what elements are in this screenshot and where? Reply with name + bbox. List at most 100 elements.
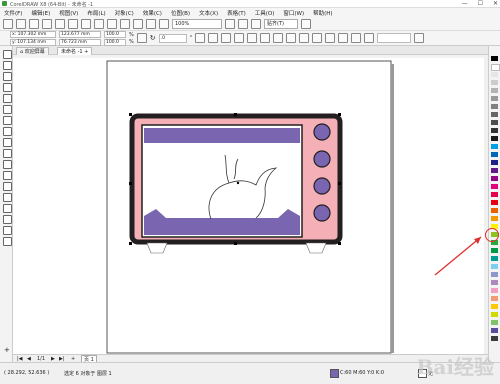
y-position-field[interactable]: y: 107.134 mm [10,38,56,46]
menu-effects[interactable]: 效果(C) [143,9,162,17]
back-minus-front-icon[interactable] [338,33,349,43]
text-tool-icon[interactable] [3,149,12,158]
polygon-tool-icon[interactable] [3,138,12,147]
artistic-media-tool-icon[interactable] [3,105,12,114]
minimize-button[interactable]: — [462,0,468,7]
snap-to-dropdown[interactable]: 贴齐(T) [264,19,298,29]
maximize-button[interactable]: ☐ [478,0,483,7]
full-screen-icon[interactable] [225,19,235,29]
width-field[interactable]: 123.677 mm [59,30,101,38]
fill-swatch[interactable] [330,369,339,378]
color-swatch[interactable] [491,184,498,189]
create-boundary-icon[interactable] [351,33,362,43]
knob-1[interactable] [313,123,331,141]
export-icon[interactable] [146,19,156,29]
color-swatch[interactable] [491,296,498,301]
color-swatch[interactable] [491,336,498,341]
color-swatch[interactable] [491,144,498,149]
rotation-angle-field[interactable]: .0 [158,33,187,43]
color-swatch[interactable] [491,96,498,101]
open-icon[interactable] [16,19,26,29]
grid-icon[interactable] [251,19,261,29]
ellipse-tool-icon[interactable] [3,127,12,136]
x-position-field[interactable]: x: 107.302 mm [10,30,56,38]
lock-ratio-icon[interactable] [136,33,147,43]
color-swatch[interactable] [491,128,498,133]
color-swatch[interactable] [491,56,498,61]
add-tool-icon[interactable]: + [4,346,10,354]
color-swatch[interactable] [491,200,498,205]
knob-4[interactable] [313,204,331,222]
mirror-horizontal-icon[interactable] [195,33,206,43]
redo-icon[interactable] [107,19,117,29]
publish-pdf-icon[interactable] [159,19,169,29]
menu-help[interactable]: 帮助(H) [313,9,332,17]
menu-view[interactable]: 视图(V) [59,9,78,17]
knob-2[interactable] [313,150,331,168]
height-field[interactable]: 76.723 mm [59,38,101,46]
parallel-dimension-tool-icon[interactable] [3,160,12,169]
color-swatch[interactable] [491,288,498,293]
oven-top-strip[interactable] [144,128,300,143]
drop-shadow-tool-icon[interactable] [3,182,12,191]
zoom-tool-icon[interactable] [3,83,12,92]
outline-pen-tool-icon[interactable] [3,237,12,246]
save-icon[interactable] [29,19,39,29]
color-swatch[interactable] [491,320,498,325]
group-icon[interactable] [234,33,245,43]
outline-width-icon[interactable] [364,33,375,43]
paste-icon[interactable] [81,19,91,29]
undo-icon[interactable] [94,19,104,29]
color-swatch[interactable] [491,88,498,93]
menu-file[interactable]: 文件(F) [4,9,22,17]
crop-tool-icon[interactable] [3,72,12,81]
color-swatch[interactable] [491,80,498,85]
menu-layout[interactable]: 布局(L) [87,9,105,17]
color-swatch[interactable] [491,152,498,157]
smart-fill-tool-icon[interactable] [3,226,12,235]
menu-edit[interactable]: 编辑(E) [31,9,50,17]
color-swatch[interactable] [491,176,498,181]
color-swatch[interactable] [491,120,498,125]
freehand-tool-icon[interactable] [3,94,12,103]
scale-x-field[interactable]: 100.0 [104,30,126,38]
rulers-icon[interactable] [238,19,248,29]
import-icon[interactable] [133,19,143,29]
color-swatch[interactable] [491,192,498,197]
color-swatch[interactable] [491,112,498,117]
align-icon[interactable] [221,33,232,43]
color-swatch[interactable] [491,136,498,141]
color-swatch[interactable] [491,264,498,269]
menu-table[interactable]: 表格(T) [227,9,246,17]
menu-tools[interactable]: 工具(O) [255,9,275,17]
ungroup-all-icon[interactable] [260,33,271,43]
color-swatch[interactable] [491,256,498,261]
color-swatch[interactable] [491,328,498,333]
close-button[interactable]: ✕ [493,0,498,7]
color-swatch[interactable] [491,168,498,173]
menu-object[interactable]: 对象(C) [115,9,134,17]
weld-icon[interactable] [273,33,284,43]
menu-window[interactable]: 窗口(W) [283,9,304,17]
color-swatch[interactable] [491,312,498,317]
trim-icon[interactable] [286,33,297,43]
drawing-canvas[interactable] [13,55,484,357]
eyedropper-tool-icon[interactable] [3,204,12,213]
color-swatch[interactable] [491,72,498,77]
color-swatch[interactable] [491,64,500,71]
scale-y-field[interactable]: 100.0 [104,38,126,46]
pick-tool-icon[interactable] [3,50,12,59]
color-swatch[interactable] [491,280,498,285]
menu-text[interactable]: 文本(X) [199,9,218,17]
front-minus-back-icon[interactable] [325,33,336,43]
plus-icon[interactable] [414,33,425,43]
outline-width-select[interactable] [377,33,412,43]
menu-bitmaps[interactable]: 位图(B) [171,9,190,17]
color-swatch[interactable] [491,160,498,165]
new-icon[interactable] [3,19,13,29]
knob-3[interactable] [313,177,331,195]
search-icon[interactable] [120,19,130,29]
options-gear-icon[interactable] [301,19,311,29]
mirror-vertical-icon[interactable] [208,33,219,43]
color-swatch[interactable] [491,216,498,221]
